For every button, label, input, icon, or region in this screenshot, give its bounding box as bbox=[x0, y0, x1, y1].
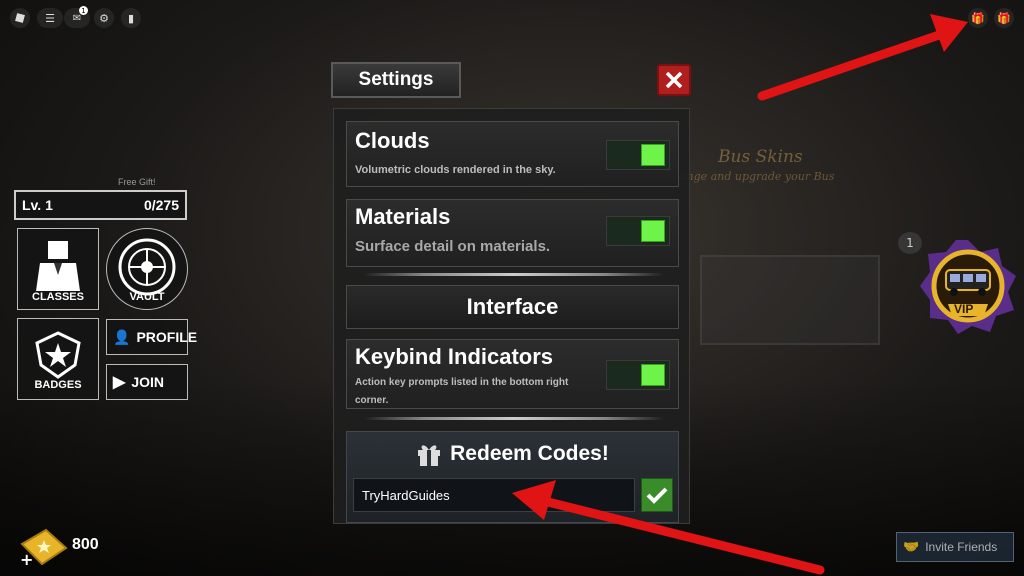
join-label: JOIN bbox=[131, 374, 164, 390]
gift-icon-secondary[interactable]: 🎁 bbox=[994, 8, 1014, 28]
roblox-icon[interactable] bbox=[10, 8, 30, 28]
bus-skins-title: Bus Skins bbox=[718, 147, 803, 167]
join-button[interactable]: ▶ JOIN bbox=[106, 364, 188, 400]
section-divider bbox=[364, 273, 664, 276]
redeem-codes-box: Redeem Codes! bbox=[346, 431, 679, 523]
redeem-title: Redeem Codes! bbox=[450, 442, 609, 465]
stand-count: 1 bbox=[906, 236, 914, 250]
clouds-title: Clouds bbox=[355, 128, 430, 153]
add-tickets-icon[interactable]: + bbox=[20, 550, 33, 569]
interface-section-title: Interface bbox=[346, 285, 679, 329]
chat-badge: 1 bbox=[79, 6, 88, 15]
play-icon: ▶ bbox=[113, 374, 126, 391]
profile-label: PROFILE bbox=[136, 329, 198, 345]
setting-row-keybind-indicators: Keybind Indicators Action key prompts li… bbox=[346, 339, 679, 409]
level-label: Lv. 1 bbox=[22, 197, 53, 213]
vip-label: VIP bbox=[954, 302, 974, 316]
redeem-confirm-button[interactable] bbox=[641, 478, 673, 512]
free-gift-label: Free Gift! bbox=[118, 177, 156, 187]
settings-panel: Clouds Volumetric clouds rendered in the… bbox=[333, 108, 690, 524]
xp-label: 0/275 bbox=[143, 197, 179, 213]
user-gear-icon: 👤 bbox=[113, 328, 131, 345]
level-bar: Lv. 1 0/275 bbox=[14, 190, 187, 220]
vault-label: VAULT bbox=[129, 291, 165, 303]
settings-gear-icon[interactable]: ⚙ bbox=[94, 8, 114, 28]
clouds-desc: Volumetric clouds rendered in the sky. bbox=[355, 164, 556, 176]
vip-badge[interactable]: VIP bbox=[918, 238, 1018, 334]
ticket-currency[interactable]: + 800 bbox=[16, 526, 116, 569]
checkmark-icon bbox=[646, 487, 668, 504]
vault-button[interactable]: VAULT bbox=[106, 228, 188, 310]
bus-skins-subtitle: ange and upgrade your Bus bbox=[680, 170, 835, 183]
materials-toggle[interactable] bbox=[606, 216, 670, 246]
handshake-icon: 🤝 bbox=[903, 539, 920, 554]
background-stand bbox=[700, 255, 880, 345]
materials-title: Materials bbox=[355, 204, 451, 229]
redeem-title-row: Redeem Codes! bbox=[347, 438, 678, 470]
invite-friends-label: Invite Friends bbox=[925, 540, 998, 554]
close-button[interactable] bbox=[657, 64, 691, 96]
materials-desc: Surface detail on materials. bbox=[355, 238, 551, 255]
section-divider-2 bbox=[364, 417, 664, 420]
gift-icon[interactable]: 🎁 bbox=[968, 8, 988, 28]
setting-row-materials: Materials Surface detail on materials. bbox=[346, 199, 679, 267]
invite-friends-button[interactable]: 🤝 Invite Friends bbox=[896, 532, 1014, 562]
shield-star-icon bbox=[35, 331, 81, 379]
chat-icon[interactable]: ✉ 1 bbox=[64, 6, 90, 28]
badges-button[interactable]: BADGES bbox=[17, 318, 99, 400]
stand-count-badge: 1 bbox=[898, 232, 922, 254]
suit-character-icon bbox=[36, 241, 80, 291]
gift-box-icon bbox=[418, 445, 441, 466]
classes-button[interactable]: CLASSES bbox=[17, 228, 99, 310]
setting-row-clouds: Clouds Volumetric clouds rendered in the… bbox=[346, 121, 679, 187]
code-input[interactable] bbox=[353, 478, 635, 512]
classes-label: CLASSES bbox=[32, 291, 84, 303]
profile-button[interactable]: 👤 PROFILE bbox=[106, 319, 197, 355]
ticket-count: 800 bbox=[72, 536, 99, 553]
keybind-toggle[interactable] bbox=[606, 360, 670, 390]
badges-label: BADGES bbox=[34, 379, 82, 391]
hamburger-menu-icon[interactable]: ☰ bbox=[37, 8, 63, 28]
settings-title: Settings bbox=[331, 62, 461, 98]
close-icon bbox=[665, 71, 683, 89]
leaderboard-icon[interactable]: ▮ bbox=[121, 8, 141, 28]
vip-bus-icon bbox=[920, 240, 1016, 334]
clouds-toggle[interactable] bbox=[606, 140, 670, 170]
keybind-desc: Action key prompts listed in the bottom … bbox=[355, 377, 569, 406]
vault-wheel-icon bbox=[118, 238, 176, 296]
keybind-title: Keybind Indicators bbox=[355, 344, 554, 369]
